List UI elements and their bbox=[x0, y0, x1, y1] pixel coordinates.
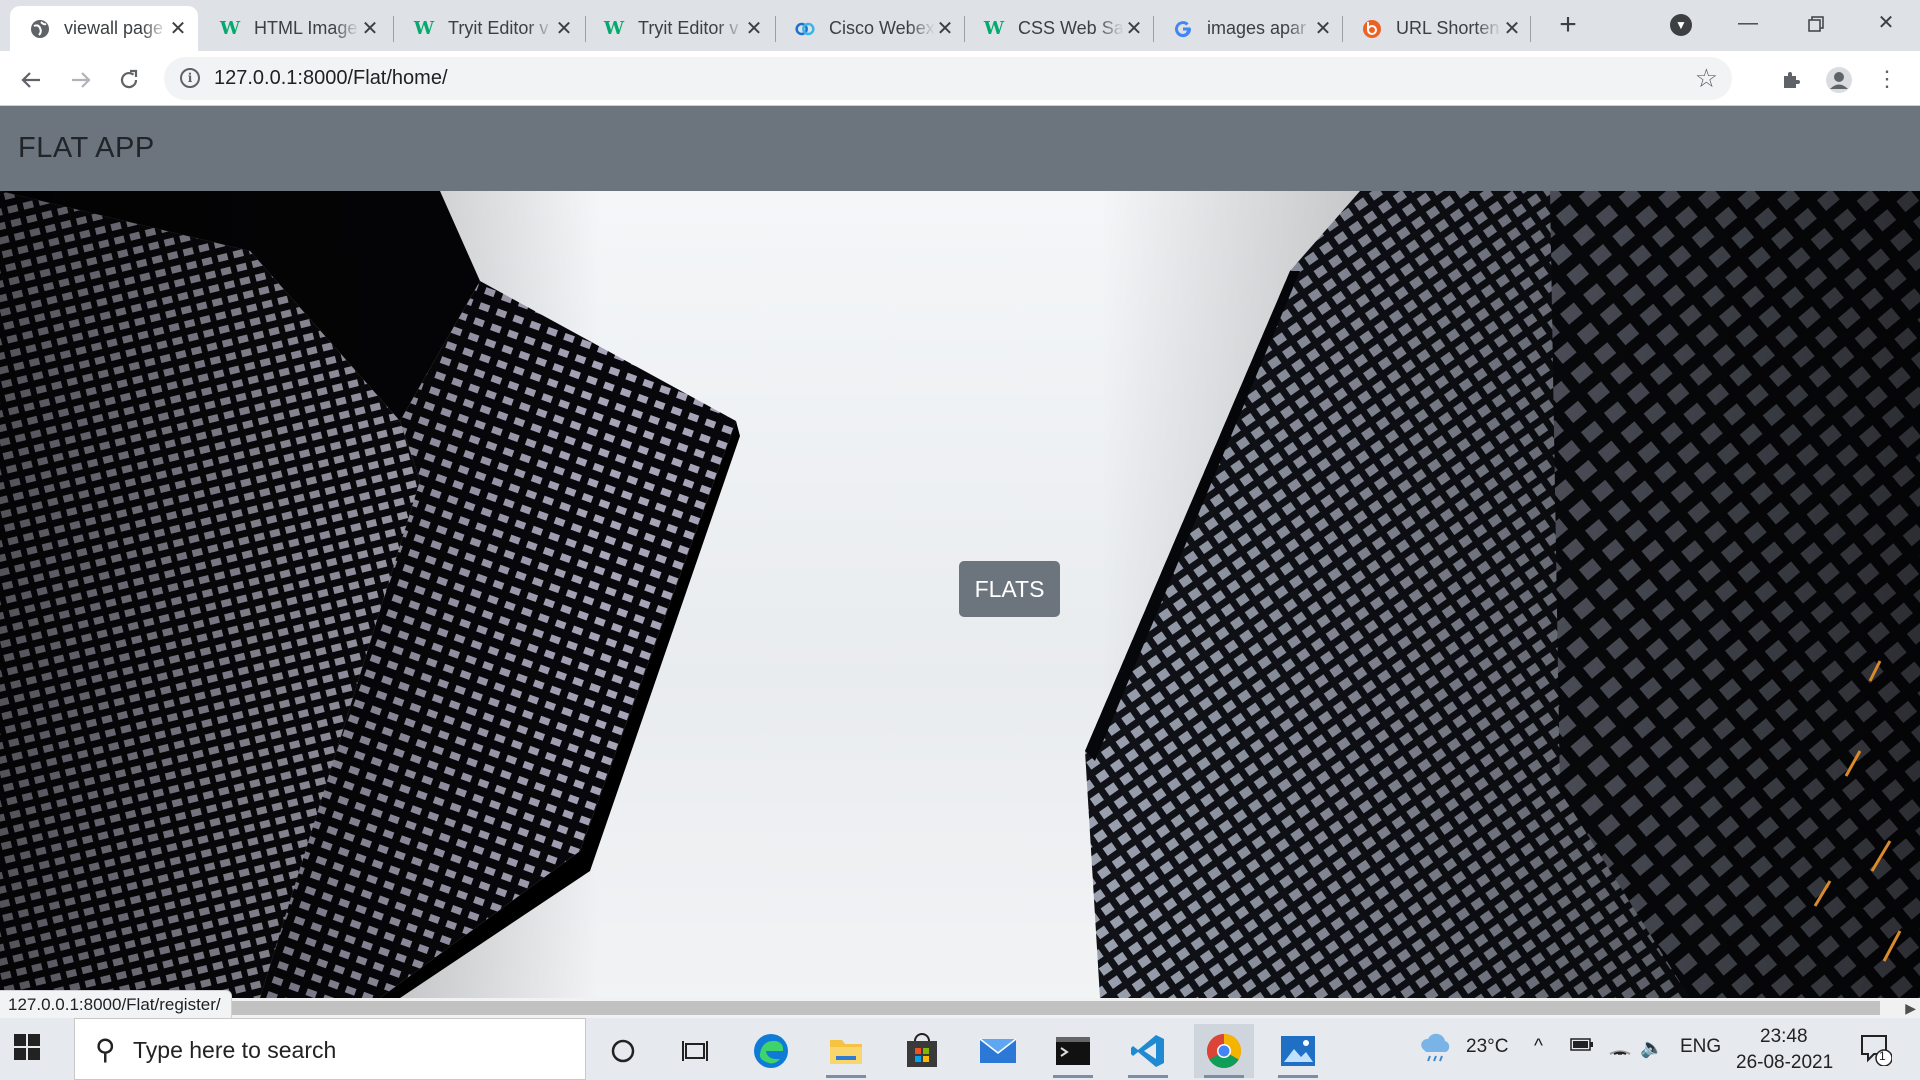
show-hidden-icons-chevron-icon[interactable]: ^ bbox=[1534, 1036, 1543, 1058]
windows-start-icon[interactable] bbox=[14, 1034, 58, 1064]
clock-date[interactable]: 26-08-2021 bbox=[1736, 1052, 1833, 1074]
wifi-icon[interactable] bbox=[1608, 1036, 1632, 1062]
tab-separator bbox=[1530, 16, 1531, 42]
notification-count: 1 bbox=[1879, 1049, 1886, 1063]
menu-kebab-icon[interactable]: ⋮ bbox=[1872, 64, 1902, 94]
tab-title: images apar bbox=[1207, 18, 1307, 38]
bookmark-star-icon[interactable]: ☆ bbox=[1695, 63, 1718, 94]
close-icon[interactable]: ✕ bbox=[1124, 18, 1144, 40]
tab-title: CSS Web Sa bbox=[1018, 18, 1124, 38]
globe-icon bbox=[30, 19, 50, 39]
search-placeholder: Type here to search bbox=[133, 1037, 337, 1063]
clock-time[interactable]: 23:48 bbox=[1760, 1026, 1808, 1048]
tab-html-image[interactable]: W HTML Image ✕ bbox=[200, 6, 390, 51]
flats-button[interactable]: FLATS bbox=[959, 561, 1060, 617]
tab-title: Tryit Editor v bbox=[638, 18, 739, 38]
taskbar-search-box[interactable]: ⚲ Type here to search bbox=[74, 1018, 586, 1080]
minimize-button[interactable]: — bbox=[1720, 6, 1776, 40]
close-icon[interactable]: ✕ bbox=[744, 18, 764, 40]
hero-background-image: FLATS bbox=[0, 191, 1920, 998]
app-navbar: FLAT APP bbox=[0, 106, 1920, 191]
brand-title[interactable]: FLAT APP bbox=[18, 132, 155, 165]
url-text[interactable]: 127.0.0.1:8000/Flat/home/ bbox=[214, 67, 448, 90]
url-host: 127.0.0.1 bbox=[214, 67, 298, 89]
close-icon[interactable]: ✕ bbox=[1502, 18, 1522, 40]
photos-icon[interactable] bbox=[1268, 1024, 1328, 1078]
close-icon[interactable]: ✕ bbox=[935, 18, 955, 40]
bitly-icon bbox=[1362, 19, 1382, 39]
weather-temperature[interactable]: 23°C bbox=[1466, 1036, 1508, 1058]
edge-icon[interactable] bbox=[741, 1024, 801, 1078]
tab-viewall-page[interactable]: viewall page ✕ bbox=[10, 6, 198, 51]
tab-title: viewall page bbox=[64, 18, 164, 38]
task-view-icon[interactable] bbox=[665, 1024, 725, 1078]
w3schools-icon: W bbox=[603, 18, 625, 39]
w3schools-icon: W bbox=[983, 18, 1005, 39]
google-icon bbox=[1173, 19, 1193, 39]
window-close-button[interactable]: ✕ bbox=[1858, 6, 1914, 40]
forward-button[interactable] bbox=[64, 62, 98, 96]
restore-button[interactable] bbox=[1788, 6, 1844, 40]
chrome-icon[interactable] bbox=[1194, 1024, 1254, 1078]
url-path: :8000/Flat/home/ bbox=[297, 67, 448, 89]
address-bar[interactable]: i 127.0.0.1:8000/Flat/home/ ☆ bbox=[164, 57, 1732, 100]
search-icon: ⚲ bbox=[95, 1034, 116, 1065]
tab-title: Tryit Editor v bbox=[448, 18, 549, 38]
terminal-icon[interactable] bbox=[1043, 1024, 1103, 1078]
tab-images-apartment[interactable]: images apar ✕ bbox=[1153, 6, 1343, 51]
mail-icon[interactable] bbox=[968, 1024, 1028, 1078]
vscode-icon[interactable] bbox=[1118, 1024, 1178, 1078]
tab-search-icon[interactable]: ▼ bbox=[1670, 14, 1692, 36]
volume-icon[interactable]: 🔈 bbox=[1640, 1036, 1664, 1060]
extensions-icon[interactable] bbox=[1776, 64, 1806, 94]
tab-title: Cisco Webex bbox=[829, 18, 935, 38]
tab-tryit-editor-1[interactable]: W Tryit Editor v ✕ bbox=[394, 6, 584, 51]
cortana-icon[interactable] bbox=[593, 1024, 653, 1078]
profile-icon[interactable] bbox=[1824, 64, 1854, 94]
new-tab-button[interactable]: + bbox=[1552, 10, 1584, 42]
notification-center-icon[interactable]: 1 bbox=[1858, 1032, 1893, 1072]
close-icon[interactable]: ✕ bbox=[360, 18, 380, 40]
w3schools-icon: W bbox=[413, 18, 435, 39]
page-viewport: FLAT APP FLATS bbox=[0, 106, 1920, 998]
file-explorer-icon[interactable] bbox=[816, 1024, 876, 1078]
close-icon[interactable]: ✕ bbox=[554, 18, 574, 40]
info-icon[interactable]: i bbox=[180, 68, 200, 88]
weather-icon[interactable] bbox=[1416, 1028, 1454, 1072]
tab-strip: viewall page ✕ W HTML Image ✕ W Tryit Ed… bbox=[0, 0, 1920, 51]
horizontal-scrollbar[interactable]: ▶ bbox=[0, 998, 1920, 1018]
microsoft-store-icon[interactable] bbox=[892, 1024, 952, 1078]
scrollbar-thumb[interactable] bbox=[0, 1001, 1880, 1015]
back-button[interactable] bbox=[14, 62, 48, 96]
tab-cisco-webex[interactable]: Cisco Webex ✕ bbox=[775, 6, 965, 51]
browser-toolbar: i 127.0.0.1:8000/Flat/home/ ☆ ⋮ bbox=[0, 51, 1920, 106]
tab-css-web-safe[interactable]: W CSS Web Sa ✕ bbox=[964, 6, 1154, 51]
webex-icon bbox=[795, 19, 815, 39]
reload-button[interactable] bbox=[112, 62, 146, 96]
tab-title: HTML Image bbox=[254, 18, 358, 38]
tab-url-shortener[interactable]: URL Shorten ✕ bbox=[1342, 6, 1532, 51]
tab-title: URL Shorten bbox=[1396, 18, 1500, 38]
tab-tryit-editor-2[interactable]: W Tryit Editor v ✕ bbox=[584, 6, 774, 51]
battery-icon[interactable] bbox=[1570, 1036, 1594, 1058]
w3schools-icon: W bbox=[219, 18, 241, 39]
windows-taskbar: ⚲ Type here to search 23°C ^ 🔈 ENG 23:48… bbox=[0, 1018, 1920, 1080]
scroll-right-arrow-icon[interactable]: ▶ bbox=[1905, 1000, 1916, 1017]
close-icon[interactable]: ✕ bbox=[168, 18, 188, 40]
close-icon[interactable]: ✕ bbox=[1313, 18, 1333, 40]
status-bubble: 127.0.0.1:8000/Flat/register/ bbox=[0, 990, 232, 1018]
language-indicator[interactable]: ENG bbox=[1680, 1036, 1721, 1058]
